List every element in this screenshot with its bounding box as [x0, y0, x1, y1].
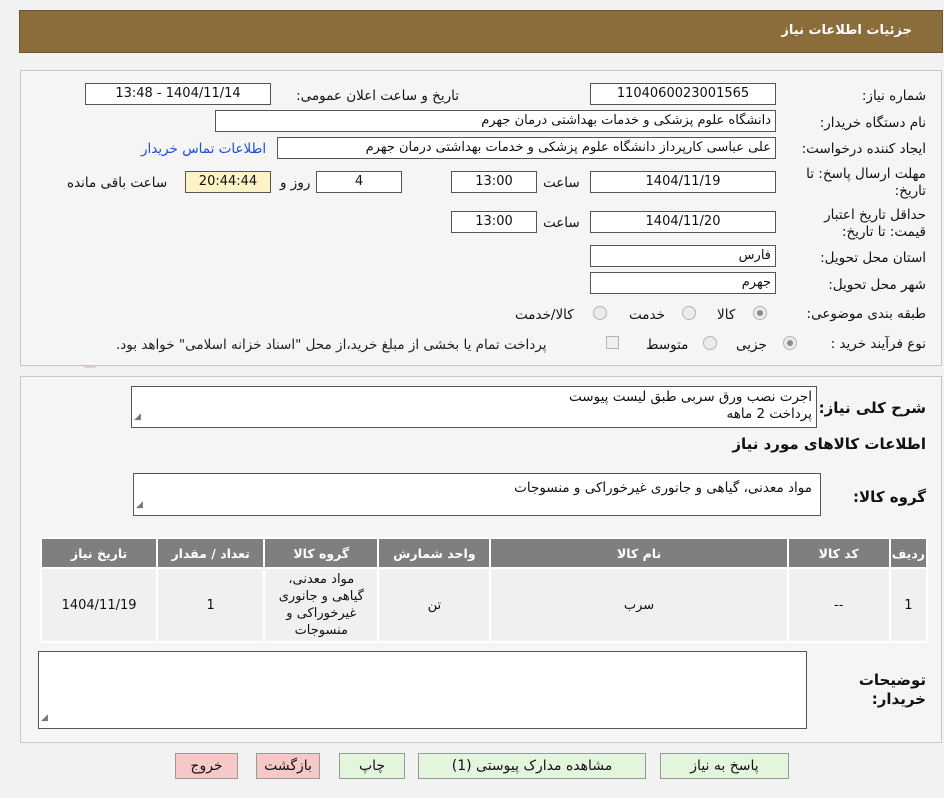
- cell-date: 1404/11/19: [39, 567, 159, 643]
- treasury-payment-checkbox[interactable]: [606, 336, 619, 349]
- category-option-goods: کالا: [717, 307, 736, 323]
- col-header-name: نام کالا: [489, 537, 789, 569]
- province-field[interactable]: فارس: [590, 245, 776, 267]
- print-button[interactable]: چاپ: [339, 753, 405, 779]
- cell-code: --: [786, 567, 891, 643]
- category-radio-service[interactable]: [682, 306, 696, 320]
- col-header-index: ردیف: [888, 537, 929, 569]
- process-option-minor: جزیی: [736, 337, 767, 353]
- buyer-org-field[interactable]: دانشگاه علوم پزشکی و خدمات بهداشتی درمان…: [215, 110, 776, 132]
- buyer-contact-link[interactable]: اطلاعات تماس خریدار: [141, 141, 266, 157]
- page-header: جزئیات اطلاعات نیاز: [19, 10, 943, 53]
- treasury-payment-note: پرداخت تمام یا بخشی از مبلغ خرید،از محل …: [116, 337, 547, 353]
- reply-button[interactable]: پاسخ به نیاز: [660, 753, 789, 779]
- buyer-notes-label: توضیحات خریدار:: [858, 671, 926, 708]
- deadline-date-field[interactable]: 1404/11/19: [590, 171, 776, 193]
- days-label: روز و: [280, 175, 311, 191]
- items-table: ردیف کد کالا نام کالا واحد شمارش گروه کا…: [39, 537, 929, 643]
- resize-grip-icon[interactable]: ◢: [41, 710, 48, 727]
- validity-time-field[interactable]: 13:00: [451, 211, 537, 233]
- category-option-both: کالا/خدمت: [515, 307, 574, 323]
- days-field[interactable]: 4: [316, 171, 402, 193]
- cell-qty: 1: [156, 567, 266, 643]
- resize-grip-icon[interactable]: ◢: [136, 497, 143, 514]
- table-header-row: ردیف کد کالا نام کالا واحد شمارش گروه کا…: [39, 537, 929, 569]
- buyer-notes-textarea[interactable]: ◢: [38, 651, 807, 729]
- page-title: جزئیات اطلاعات نیاز: [781, 23, 912, 38]
- cell-unit: تن: [377, 567, 492, 643]
- col-header-unit: واحد شمارش: [377, 537, 492, 569]
- view-attachments-button[interactable]: مشاهده مدارک پیوستی (1): [418, 753, 646, 779]
- city-label: شهر محل تحویل:: [828, 277, 926, 293]
- creator-field[interactable]: علی عباسی کارپرداز دانشگاه علوم پزشکی و …: [277, 137, 776, 159]
- remaining-time-field: 20:44:44: [185, 171, 271, 193]
- category-radio-both[interactable]: [593, 306, 607, 320]
- category-radio-goods[interactable]: [753, 306, 767, 320]
- deadline-time-label: ساعت: [543, 175, 580, 191]
- process-radio-medium[interactable]: [703, 336, 717, 350]
- goods-group-textarea[interactable]: مواد معدنی، گیاهی و جانوری غیرخوراکی و م…: [133, 473, 821, 516]
- announce-label: تاریخ و ساعت اعلان عمومی:: [296, 88, 459, 104]
- process-label: نوع فرآیند خرید :: [830, 336, 926, 352]
- announce-field[interactable]: 1404/11/14 - 13:48: [85, 83, 271, 105]
- col-header-qty: تعداد / مقدار: [156, 537, 266, 569]
- col-header-date: تاریخ نیاز: [39, 537, 159, 569]
- province-label: استان محل تحویل:: [820, 250, 926, 266]
- table-row: 1 -- سرب تن مواد معدنی، گیاهی و جانوری غ…: [39, 567, 929, 643]
- creator-label: ایجاد کننده درخواست:: [801, 141, 926, 157]
- col-header-code: کد کالا: [786, 537, 891, 569]
- deadline-label: مهلت ارسال پاسخ: تا تاریخ:: [806, 166, 926, 199]
- description-label: شرح کلی نیاز:: [818, 399, 926, 417]
- validity-label: حداقل تاریخ اعتبار قیمت: تا تاریخ:: [824, 207, 926, 240]
- cell-group: مواد معدنی، گیاهی و جانوری غیرخوراکی و م…: [263, 567, 380, 643]
- need-number-field[interactable]: 1104060023001565: [590, 83, 776, 105]
- resize-grip-icon[interactable]: ◢: [134, 409, 141, 426]
- validity-date-field[interactable]: 1404/11/20: [590, 211, 776, 233]
- category-label: طبقه بندی موضوعی:: [806, 306, 926, 322]
- cell-name: سرب: [489, 567, 789, 643]
- cell-index: 1: [888, 567, 929, 643]
- col-header-group: گروه کالا: [263, 537, 380, 569]
- exit-button[interactable]: خروج: [175, 753, 238, 779]
- process-option-medium: متوسط: [646, 337, 689, 353]
- remaining-label: ساعت باقی مانده: [67, 175, 168, 191]
- city-field[interactable]: جهرم: [590, 272, 776, 294]
- description-line-1: اجرت نصب ورق سربی طبق لیست پیوست: [569, 389, 812, 405]
- description-textarea[interactable]: اجرت نصب ورق سربی طبق لیست پیوست پرداخت …: [131, 386, 817, 428]
- back-button[interactable]: بازگشت: [256, 753, 320, 779]
- description-line-2: پرداخت 2 ماهه: [726, 406, 812, 422]
- validity-time-label: ساعت: [543, 215, 580, 231]
- goods-group-value: مواد معدنی، گیاهی و جانوری غیرخوراکی و م…: [514, 480, 812, 496]
- process-radio-minor[interactable]: [783, 336, 797, 350]
- goods-section-title: اطلاعات کالاهای مورد نیاز: [732, 435, 926, 453]
- goods-group-label: گروه کالا:: [853, 488, 926, 506]
- category-option-service: خدمت: [629, 307, 665, 323]
- deadline-time-field[interactable]: 13:00: [451, 171, 537, 193]
- need-number-label: شماره نیاز:: [861, 88, 926, 104]
- buyer-org-label: نام دستگاه خریدار:: [819, 115, 926, 131]
